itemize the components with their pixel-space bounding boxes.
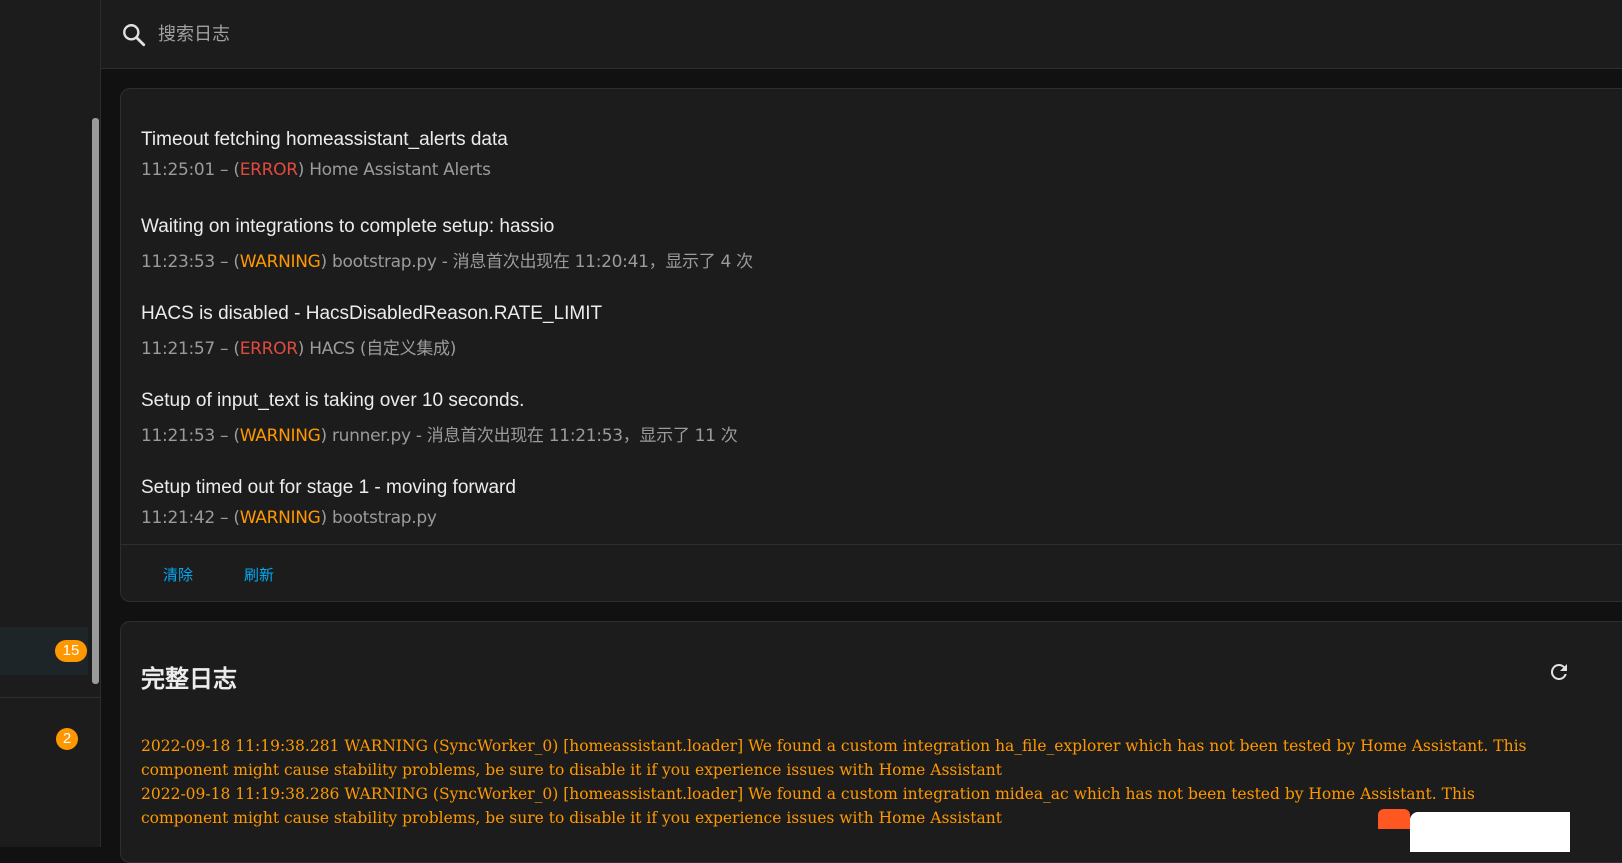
log-entry[interactable]: Setup timed out for stage 1 - moving for… bbox=[141, 477, 516, 528]
log-entry[interactable]: Timeout fetching homeassistant_alerts da… bbox=[141, 129, 508, 180]
meta-separator: ) bbox=[320, 252, 332, 272]
log-level-warning: WARNING bbox=[239, 508, 321, 528]
search-input[interactable] bbox=[158, 20, 758, 48]
log-entry-meta: 11:21:57 – (ERROR) HACS (自定义集成) bbox=[141, 334, 602, 359]
log-entry-time: 11:21:42 bbox=[141, 508, 215, 528]
log-entry-time: 11:21:53 bbox=[141, 426, 215, 446]
search-bar bbox=[101, 0, 1622, 69]
log-line: component might cause stability problems… bbox=[141, 761, 1002, 779]
log-entry-time: 11:25:01 bbox=[141, 160, 215, 180]
log-entry-source: bootstrap.py - 消息首次出现在 11:20:41，显示了 4 次 bbox=[331, 252, 753, 272]
notifications-count-badge[interactable]: 2 bbox=[56, 728, 78, 750]
full-log-title: 完整日志 bbox=[141, 665, 237, 693]
refresh-button[interactable]: 刷新 bbox=[244, 564, 274, 585]
card-actions-divider bbox=[121, 544, 1622, 545]
log-entry-title: HACS is disabled - HacsDisabledReason.RA… bbox=[141, 303, 603, 324]
log-entry-time: 11:23:53 bbox=[141, 252, 215, 272]
meta-separator: ) bbox=[297, 160, 310, 180]
log-entry-meta: 11:21:53 – (WARNING) runner.py - 消息首次出现在… bbox=[141, 421, 738, 446]
meta-separator: ) bbox=[320, 508, 332, 528]
log-entry-source: Home Assistant Alerts bbox=[309, 160, 491, 180]
sidebar: 15 2 bbox=[0, 0, 101, 847]
meta-separator: ) bbox=[320, 426, 332, 446]
floating-panel[interactable] bbox=[1410, 812, 1570, 852]
meta-separator: – ( bbox=[214, 508, 240, 528]
log-line: 2022-09-18 11:19:38.286 WARNING (SyncWor… bbox=[141, 785, 1475, 803]
log-level-warning: WARNING bbox=[239, 426, 321, 446]
log-level-error: ERROR bbox=[239, 160, 298, 180]
refresh-icon[interactable] bbox=[1547, 660, 1571, 684]
sidebar-scrollbar[interactable] bbox=[92, 118, 99, 684]
log-entry-title: Setup timed out for stage 1 - moving for… bbox=[141, 477, 516, 498]
log-entry-source: runner.py - 消息首次出现在 11:21:53，显示了 11 次 bbox=[331, 426, 738, 446]
system-log-card: Timeout fetching homeassistant_alerts da… bbox=[120, 88, 1622, 602]
log-entry[interactable]: Waiting on integrations to complete setu… bbox=[141, 216, 753, 272]
log-entry-title: Setup of input_text is taking over 10 se… bbox=[141, 390, 525, 411]
meta-separator: ) bbox=[297, 339, 310, 359]
meta-separator: – ( bbox=[214, 426, 240, 446]
log-entry-source: bootstrap.py bbox=[331, 508, 437, 528]
log-level-warning: WARNING bbox=[239, 252, 321, 272]
meta-separator: – ( bbox=[214, 339, 240, 359]
log-entry-title: Waiting on integrations to complete setu… bbox=[141, 216, 555, 237]
log-entry-meta: 11:25:01 – (ERROR) Home Assistant Alerts bbox=[141, 160, 508, 180]
meta-separator: – ( bbox=[214, 252, 240, 272]
log-entry-meta: 11:21:42 – (WARNING) bootstrap.py bbox=[141, 508, 516, 528]
floating-widget[interactable] bbox=[1378, 809, 1410, 829]
log-line: 2022-09-18 11:19:38.281 WARNING (SyncWor… bbox=[141, 737, 1527, 755]
sidebar-divider bbox=[0, 697, 100, 698]
log-entry[interactable]: HACS is disabled - HacsDisabledReason.RA… bbox=[141, 303, 602, 359]
meta-separator: – ( bbox=[214, 160, 240, 180]
search-icon bbox=[123, 24, 146, 47]
log-entry-title: Timeout fetching homeassistant_alerts da… bbox=[141, 129, 508, 150]
logs-count-badge: 15 bbox=[55, 640, 87, 662]
log-entry-source: HACS (自定义集成) bbox=[309, 339, 457, 359]
log-entry-meta: 11:23:53 – (WARNING) bootstrap.py - 消息首次… bbox=[141, 247, 753, 272]
log-level-error: ERROR bbox=[239, 339, 298, 359]
clear-button[interactable]: 清除 bbox=[163, 564, 193, 585]
log-entry[interactable]: Setup of input_text is taking over 10 se… bbox=[141, 390, 738, 446]
log-entry-time: 11:21:57 bbox=[141, 339, 215, 359]
